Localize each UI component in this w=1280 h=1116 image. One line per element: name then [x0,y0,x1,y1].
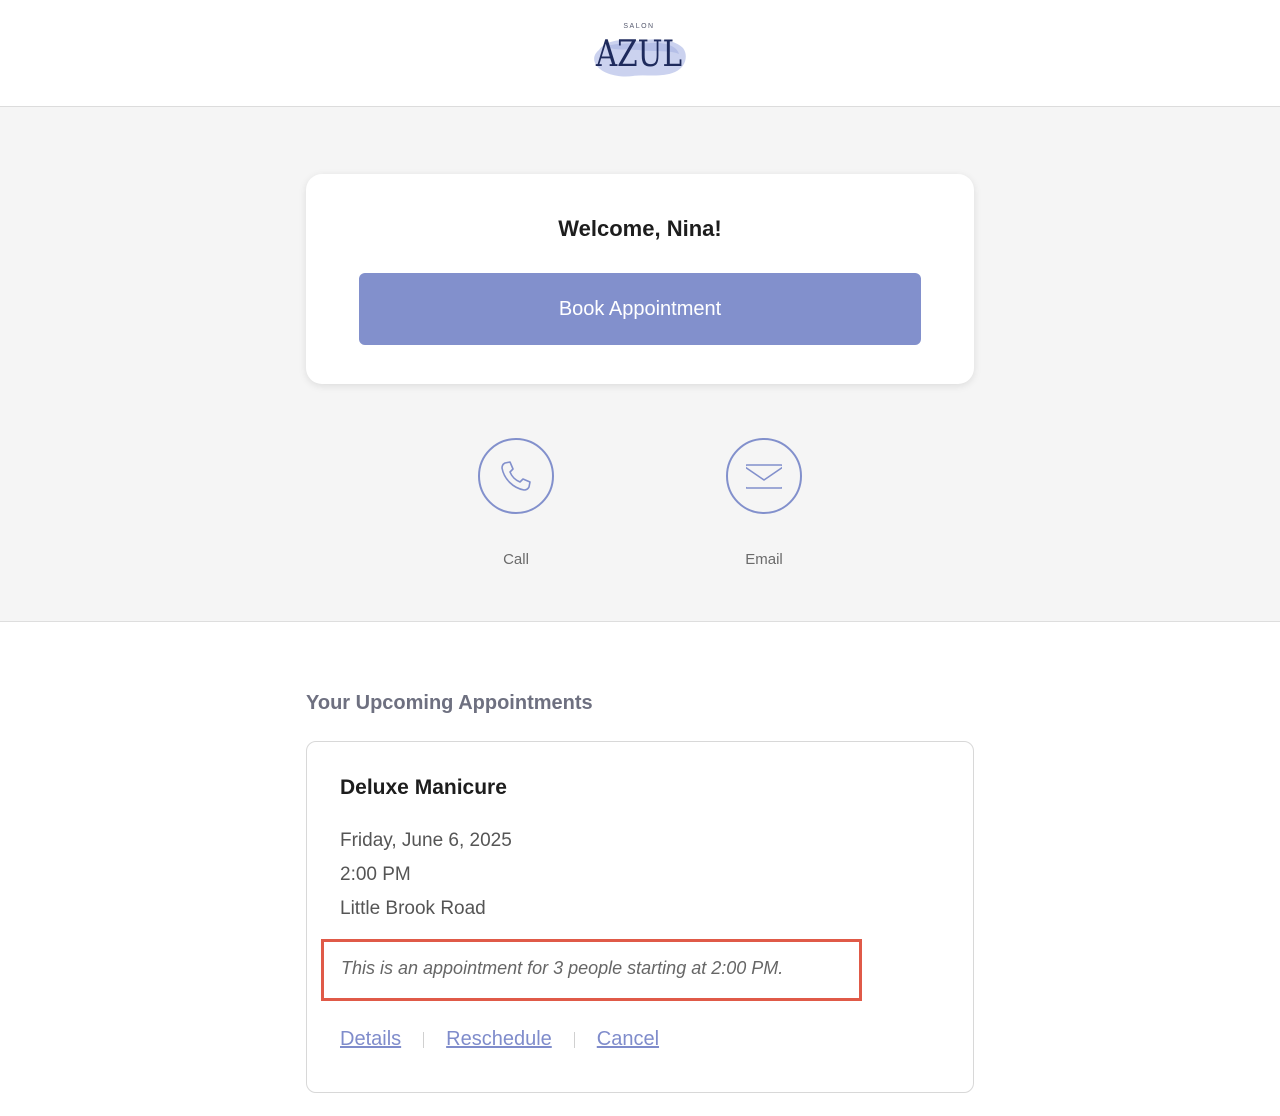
book-appointment-button[interactable]: Book Appointment [359,273,921,345]
welcome-heading: Welcome, Nina! [558,216,722,241]
envelope-icon [746,464,782,489]
call-button[interactable] [478,438,554,514]
divider [423,1031,425,1048]
email-label: Email [745,551,783,568]
upcoming-appointments-heading: Your Upcoming Appointments [306,692,593,714]
email-button[interactable] [726,438,802,514]
site-header: SALON AZUL [0,0,1280,107]
appointment-service: Deluxe Manicure [340,776,507,799]
appointment-date: Friday, June 6, 2025 [340,830,512,851]
appointment-time: 2:00 PM [340,864,411,885]
appointment-actions: Details Reschedule Cancel [340,1028,659,1051]
appointment-note: This is an appointment for 3 people star… [341,958,784,978]
appointment-location: Little Brook Road [340,898,486,919]
call-label: Call [503,551,529,568]
call-action: Call [456,438,576,578]
phone-icon [501,461,531,491]
appointment-card: Deluxe Manicure Friday, June 6, 2025 2:0… [306,741,974,1093]
email-action: Email [704,438,824,578]
cancel-link[interactable]: Cancel [597,1028,659,1050]
welcome-section: Welcome, Nina! Book Appointment Call Ema… [0,107,1280,622]
salon-azul-logo[interactable]: SALON AZUL [585,20,695,86]
appointment-note-highlight: This is an appointment for 3 people star… [321,939,862,1001]
details-link[interactable]: Details [340,1028,401,1050]
reschedule-link[interactable]: Reschedule [446,1028,552,1050]
welcome-card: Welcome, Nina! Book Appointment [306,174,974,384]
divider [573,1031,575,1048]
logo-azul-text: AZUL [595,34,683,75]
logo-salon-text: SALON [623,23,655,30]
